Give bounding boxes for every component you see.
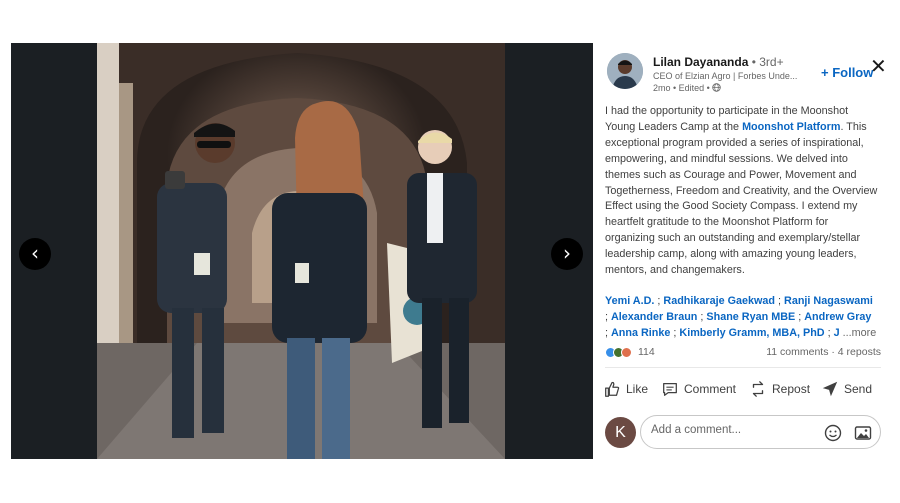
- thumbs-up-icon: [605, 381, 620, 397]
- post-body: I had the opportunity to participate in …: [605, 104, 881, 279]
- follow-button[interactable]: + Follow: [821, 65, 873, 80]
- close-icon: ✕: [870, 54, 887, 78]
- photo-illustration: [97, 43, 505, 459]
- comment-input-wrapper[interactable]: [640, 415, 881, 449]
- comment-icon: [663, 382, 677, 396]
- tag-link[interactable]: Andrew Gray: [804, 311, 871, 323]
- repost-label: Repost: [772, 382, 811, 396]
- divider: [605, 367, 881, 368]
- like-button[interactable]: Like: [603, 376, 648, 402]
- tag-link[interactable]: Radhikaraje Gaekwad: [663, 295, 775, 307]
- author-header: Lilan Dayananda • 3rd+ CEO of Elzian Agr…: [607, 53, 877, 97]
- comment-composer: K: [605, 415, 881, 449]
- author-name-line[interactable]: Lilan Dayananda • 3rd+: [653, 55, 784, 69]
- chevron-right-icon: ›: [563, 241, 571, 265]
- previous-image-button[interactable]: ‹: [19, 238, 51, 270]
- tag-link[interactable]: Kimberly Gramm, MBA, PhD: [679, 327, 824, 339]
- comment-button[interactable]: Comment: [661, 376, 736, 402]
- tag-link[interactable]: Ranji Nagaswami: [784, 295, 873, 307]
- send-button[interactable]: Send: [821, 376, 872, 402]
- author-avatar[interactable]: [607, 53, 643, 89]
- repost-button[interactable]: Repost: [749, 376, 810, 402]
- chevron-left-icon: ‹: [31, 241, 39, 265]
- tagged-people: Yemi A.D. ; Radhikaraje Gaekwad ; Ranji …: [605, 295, 877, 339]
- emoji-button[interactable]: [824, 424, 842, 442]
- tag-link[interactable]: Anna Rinke: [611, 327, 670, 339]
- media-viewer: ‹ ›: [11, 43, 593, 459]
- viewer-avatar[interactable]: K: [605, 417, 636, 448]
- tag-link[interactable]: Shane Ryan MBE: [706, 311, 795, 323]
- post-photo: [97, 43, 505, 459]
- social-counts: 114 11 comments · 4 reposts: [605, 345, 881, 361]
- action-bar: Like Comment Repost Send: [603, 376, 883, 402]
- love-reaction-icon: [621, 347, 632, 358]
- see-more-button[interactable]: ...more: [843, 327, 877, 339]
- like-label: Like: [626, 382, 649, 396]
- send-icon: [822, 381, 838, 397]
- post-time: 2mo • Edited •: [653, 83, 713, 93]
- send-label: Send: [844, 382, 873, 396]
- tag-link[interactable]: Alexander Braun: [611, 311, 697, 323]
- emoji-icon: [824, 424, 842, 442]
- post-meta: 2mo • Edited •: [653, 83, 722, 93]
- post-text-end: . This exceptional program provided a se…: [605, 120, 878, 277]
- tag-link[interactable]: Yemi A.D.: [605, 295, 654, 307]
- post-sidebar: Lilan Dayananda • 3rd+ CEO of Elzian Agr…: [593, 43, 890, 459]
- reaction-icons[interactable]: [605, 347, 635, 359]
- avatar-image: [607, 53, 643, 89]
- post-modal: ‹ › Lilan Dayananda • 3rd+ CEO of Elzian…: [11, 43, 890, 459]
- tag-link[interactable]: J: [834, 327, 840, 339]
- close-button[interactable]: ✕: [870, 56, 887, 76]
- comment-label: Comment: [684, 382, 737, 396]
- repost-icon: [752, 381, 764, 397]
- next-image-button[interactable]: ›: [551, 238, 583, 270]
- reaction-count[interactable]: 114: [638, 346, 655, 358]
- comments-reposts-count[interactable]: 11 comments · 4 reposts: [766, 346, 881, 358]
- image-icon: [854, 426, 872, 440]
- moonshot-platform-link[interactable]: Moonshot Platform: [742, 121, 840, 133]
- globe-icon: [712, 83, 722, 92]
- author-name[interactable]: Lilan Dayananda: [653, 55, 748, 69]
- add-photo-button[interactable]: [854, 424, 872, 442]
- author-headline: CEO of Elzian Agro | Forbes Unde...: [653, 71, 798, 81]
- connection-degree: • 3rd+: [748, 55, 784, 69]
- comment-input[interactable]: [651, 424, 811, 436]
